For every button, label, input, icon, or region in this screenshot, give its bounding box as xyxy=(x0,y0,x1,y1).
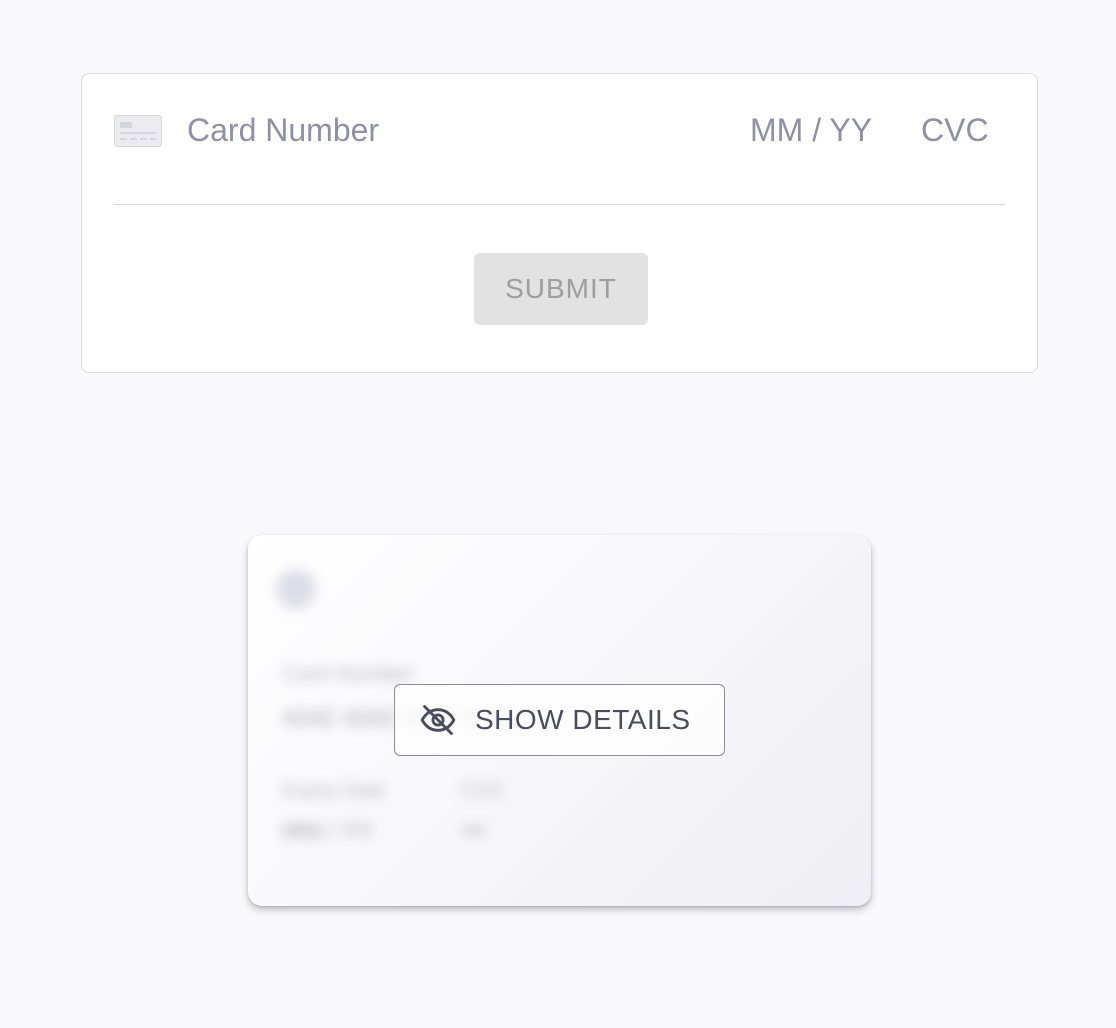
card-number-label: Card Number xyxy=(282,661,415,686)
card-logo-icon xyxy=(276,569,316,609)
payment-form: Card Number MM / YY CVC SUBMIT xyxy=(81,73,1038,373)
card-input-row[interactable]: Card Number MM / YY CVC xyxy=(114,96,1005,205)
submit-button[interactable]: SUBMIT xyxy=(474,253,648,325)
show-details-label: SHOW DETAILS xyxy=(475,704,691,735)
virtual-card: Card Number 4242 4242 4242 4242 Expiry D… xyxy=(248,535,871,906)
show-details-button[interactable]: SHOW DETAILS xyxy=(394,684,725,756)
cvc-input[interactable]: CVC xyxy=(921,110,989,150)
card-number-input[interactable]: Card Number xyxy=(187,110,379,150)
cvc-value: ••• xyxy=(462,818,486,843)
credit-card-icon xyxy=(114,115,162,147)
expiry-value: MM / YY xyxy=(282,818,374,845)
cvc-label: CVC xyxy=(462,780,505,802)
expiry-input[interactable]: MM / YY xyxy=(750,110,872,150)
eye-slash-icon xyxy=(419,701,457,739)
expiry-label: Expiry Date xyxy=(282,780,386,802)
